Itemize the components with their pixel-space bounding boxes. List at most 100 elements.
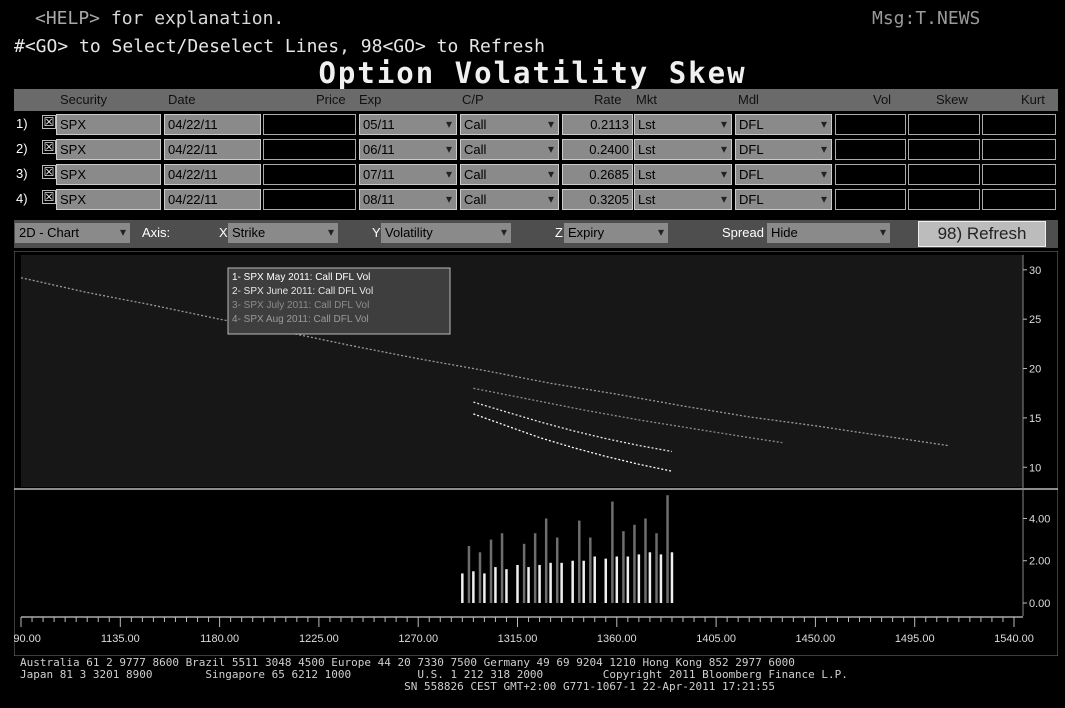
bar-light <box>549 562 552 603</box>
bar-light <box>538 564 541 603</box>
col-vol: Vol <box>873 92 892 107</box>
chart-legend: 1- SPX May 2011: Call DFL Vol 2- SPX Jun… <box>227 267 451 335</box>
kurt-field <box>982 189 1056 210</box>
legend-item-4: 4- SPX Aug 2011: Call DFL Vol <box>232 314 369 325</box>
x-axis-dropdown[interactable]: Strike <box>228 223 338 243</box>
price-field[interactable] <box>263 189 356 210</box>
market-dropdown[interactable]: Lst <box>634 114 732 135</box>
rate-field[interactable]: 0.2400 <box>562 139 633 160</box>
bar-light <box>659 554 663 603</box>
exp-dropdown[interactable]: 07/11 <box>359 164 457 185</box>
row-select-checkbox[interactable]: ☒ <box>42 140 56 154</box>
instructions-line: #<GO> to Select/Deselect Lines, 98<GO> t… <box>14 36 546 57</box>
chart-controls-bar: 2D - Chart Axis: X Strike Y Volatility Z… <box>14 220 1058 248</box>
model-dropdown[interactable]: DFL <box>735 139 832 160</box>
date-field[interactable]: 04/22/11 <box>164 139 261 160</box>
help-line: <HELP> for explanation. <box>35 8 284 29</box>
rate-field[interactable]: 0.2685 <box>562 164 633 185</box>
vol-field <box>835 139 906 160</box>
lower-plot-area <box>21 491 1023 616</box>
market-dropdown[interactable]: Lst <box>634 189 732 210</box>
bar-dark <box>655 533 658 603</box>
bar-light <box>604 558 608 603</box>
row-number[interactable]: 4) <box>16 191 28 206</box>
help-key[interactable]: <HELP> <box>35 8 100 29</box>
exp-dropdown[interactable]: 08/11 <box>359 189 457 210</box>
row-select-checkbox[interactable]: ☒ <box>42 115 56 129</box>
bar-dark <box>589 537 592 603</box>
model-dropdown[interactable]: DFL <box>735 189 832 210</box>
bar-light <box>472 571 475 603</box>
bar-dark <box>644 518 647 603</box>
rate-field[interactable]: 0.2113 <box>562 114 633 135</box>
model-dropdown[interactable]: DFL <box>735 164 832 185</box>
bar-dark <box>633 524 636 603</box>
row-select-checkbox[interactable]: ☒ <box>42 190 56 204</box>
row-number[interactable]: 1) <box>16 116 28 131</box>
call-put-dropdown[interactable]: Call <box>460 139 559 160</box>
call-put-dropdown[interactable]: Call <box>460 164 559 185</box>
z-axis-dropdown[interactable]: Expiry <box>564 223 668 243</box>
legend-item-1: 1- SPX May 2011: Call DFL Vol <box>232 272 370 283</box>
col-date: Date <box>168 92 196 107</box>
bar-light <box>516 564 519 603</box>
spread-label: Spread <box>722 225 764 240</box>
col-cp: C/P <box>462 92 484 107</box>
price-field[interactable] <box>263 114 356 135</box>
y-axis-dropdown[interactable]: Volatility <box>381 223 511 243</box>
call-put-dropdown[interactable]: Call <box>460 114 559 135</box>
chart-type-dropdown[interactable]: 2D - Chart <box>15 223 130 243</box>
y-axis-label: Y <box>372 225 381 240</box>
row-number[interactable]: 2) <box>16 141 28 156</box>
security-field[interactable]: SPX <box>56 164 161 185</box>
exp-dropdown[interactable]: 05/11 <box>359 114 457 135</box>
upper-y-tick-label: 20 <box>1029 364 1041 376</box>
bar-dark <box>500 533 504 603</box>
col-security: Security <box>60 92 107 107</box>
model-dropdown[interactable]: DFL <box>735 114 832 135</box>
price-field[interactable] <box>263 139 356 160</box>
bar-dark <box>533 533 537 603</box>
skew-field <box>908 189 980 210</box>
message-indicator[interactable]: Msg:T.NEWS <box>872 8 980 29</box>
market-dropdown[interactable]: Lst <box>634 164 732 185</box>
x-tick-label: 1270.00 <box>398 633 438 645</box>
bar-dark <box>489 539 493 603</box>
bar-light <box>648 552 652 603</box>
spread-dropdown[interactable]: Hide <box>767 223 890 243</box>
security-table: Security Date Price Exp C/P Rate Mkt Mdl… <box>14 89 1058 211</box>
table-row: 1) ☒ SPX 04/22/11 05/11 Call 0.2113 Lst … <box>14 112 1058 136</box>
bar-light <box>670 552 674 603</box>
security-field[interactable]: SPX <box>56 189 161 210</box>
call-put-dropdown[interactable]: Call <box>460 189 559 210</box>
x-tick-label: 1405.00 <box>696 633 736 645</box>
x-tick-label: 1180.00 <box>200 633 239 645</box>
row-number[interactable]: 3) <box>16 166 28 181</box>
rate-field[interactable]: 0.3205 <box>562 189 633 210</box>
bar-light <box>494 567 497 603</box>
bar-dark <box>544 518 548 603</box>
upper-y-tick-label: 30 <box>1029 265 1041 277</box>
bar-dark <box>578 520 581 603</box>
refresh-button[interactable]: 98) Refresh <box>918 221 1046 247</box>
vol-field <box>835 114 906 135</box>
price-field[interactable] <box>263 164 356 185</box>
skew-field <box>908 114 980 135</box>
z-axis-label: Z <box>555 225 563 240</box>
date-field[interactable]: 04/22/11 <box>164 164 261 185</box>
table-row: 3) ☒ SPX 04/22/11 07/11 Call 0.2685 Lst … <box>14 162 1058 186</box>
table-row: 4) ☒ SPX 04/22/11 08/11 Call 0.3205 Lst … <box>14 187 1058 211</box>
exp-dropdown[interactable]: 06/11 <box>359 139 457 160</box>
lower-y-tick-label: 0.00 <box>1029 598 1050 610</box>
date-field[interactable]: 04/22/11 <box>164 189 261 210</box>
security-field[interactable]: SPX <box>56 114 161 135</box>
market-dropdown[interactable]: Lst <box>634 139 732 160</box>
x-tick-label: 1495.00 <box>895 633 935 645</box>
footer-session-line: SN 558826 CEST GMT+2:00 G771-1067-1 22-A… <box>20 680 775 693</box>
date-field[interactable]: 04/22/11 <box>164 114 261 135</box>
row-select-checkbox[interactable]: ☒ <box>42 165 56 179</box>
security-field[interactable]: SPX <box>56 139 161 160</box>
bar-light <box>571 560 574 603</box>
bar-light <box>505 569 508 603</box>
legend-item-3: 3- SPX July 2011: Call DFL Vol <box>232 300 369 311</box>
